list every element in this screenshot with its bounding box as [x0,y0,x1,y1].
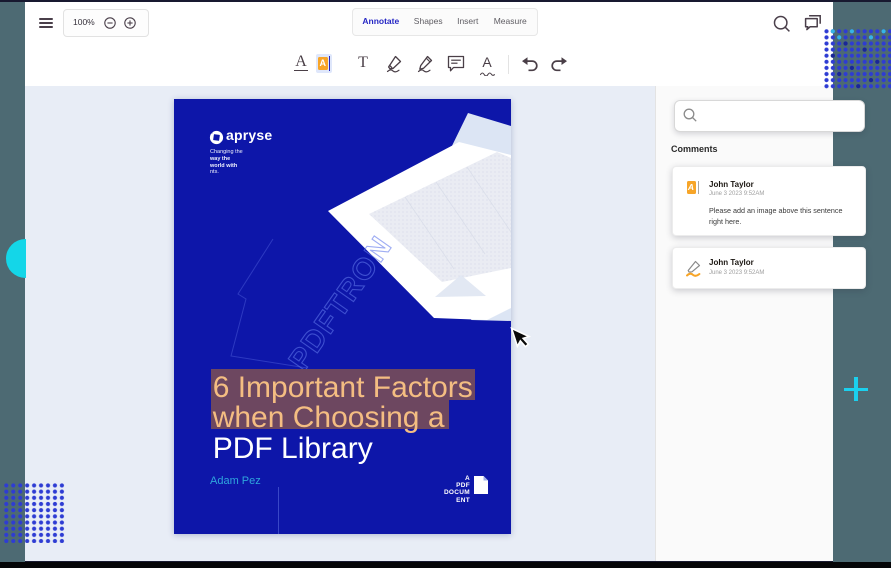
svg-text:PDFTRON: PDFTRON [283,230,399,376]
